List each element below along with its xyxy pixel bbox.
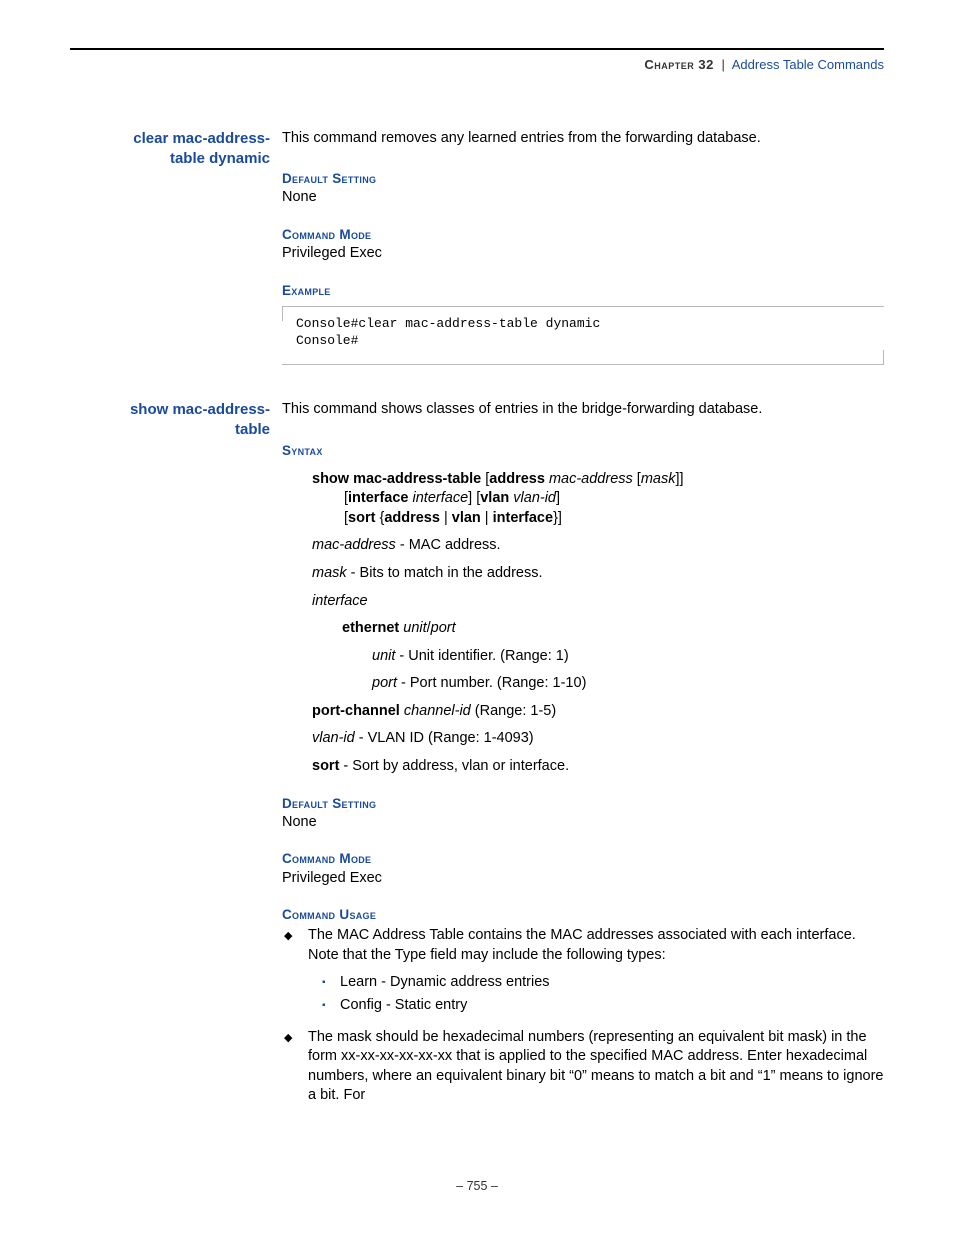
sub-item: Config - Static entry xyxy=(336,996,884,1016)
param-kw: port-channel xyxy=(312,703,400,719)
sub-item: Learn - Dynamic address entries xyxy=(336,973,884,993)
param-arg2: port xyxy=(431,620,456,636)
param-kw: ethernet xyxy=(342,620,399,636)
param-label: unit xyxy=(372,648,395,664)
param-label: port xyxy=(372,675,397,691)
command-mode-head: Command Mode xyxy=(282,850,884,868)
command-clear-mac: clear mac-address- table dynamic This co… xyxy=(70,129,884,365)
param-label: vlan-id xyxy=(312,730,355,746)
param-desc: - Sort by address, vlan or interface. xyxy=(339,758,569,774)
param-sort: sort - Sort by address, vlan or interfac… xyxy=(312,757,884,777)
kw-show: show mac-address-table xyxy=(312,471,481,487)
command-mode-body: Privileged Exec xyxy=(282,869,884,889)
kw-vlan: vlan xyxy=(480,490,509,506)
param-desc: - Port number. (Range: 1-10) xyxy=(397,675,586,691)
param-ethernet: ethernet unit/port xyxy=(342,619,884,639)
default-setting-body: None xyxy=(282,188,884,208)
kw-interface2: interface xyxy=(493,510,553,526)
header-title: Address Table Commands xyxy=(732,57,884,72)
command-name: clear mac-address- table dynamic xyxy=(70,129,282,365)
param-vlanid: vlan-id - VLAN ID (Range: 1-4093) xyxy=(312,729,884,749)
example-head: Example xyxy=(282,282,884,300)
arg-macaddr: mac-address xyxy=(549,471,633,487)
usage-list: The MAC Address Table contains the MAC a… xyxy=(282,926,884,1106)
command-name: show mac-address- table xyxy=(70,400,282,1118)
cmd-name-line2: table xyxy=(235,421,270,438)
usage-sublist: Learn - Dynamic address entries Config -… xyxy=(322,973,884,1015)
default-setting-head: Default Setting xyxy=(282,795,884,813)
chapter-label: Chapter 32 xyxy=(644,57,713,72)
usage-text: The MAC Address Table contains the MAC a… xyxy=(308,927,856,963)
syntax-head: Syntax xyxy=(282,442,884,460)
param-label: interface xyxy=(312,593,368,609)
usage-text: The mask should be hexadecimal numbers (… xyxy=(308,1029,883,1104)
param-desc: - Bits to match in the address. xyxy=(347,565,543,581)
kw-address2: address xyxy=(384,510,440,526)
running-header: Chapter 32 | Address Table Commands xyxy=(70,56,884,74)
param-desc: - MAC address. xyxy=(396,537,501,553)
param-label: mac-address xyxy=(312,537,396,553)
param-port: port - Port number. (Range: 1-10) xyxy=(372,674,884,694)
cmd-name-line1: clear mac-address- xyxy=(133,130,270,147)
param-mask: mask - Bits to match in the address. xyxy=(312,564,884,584)
page-number: – 755 – xyxy=(456,1179,498,1193)
arg-interface: interface xyxy=(413,490,469,506)
command-usage-head: Command Usage xyxy=(282,906,884,924)
command-mode-head: Command Mode xyxy=(282,226,884,244)
param-desc: - Unit identifier. (Range: 1) xyxy=(395,648,568,664)
cmd-description: This command removes any learned entries… xyxy=(282,129,884,149)
cmd-name-line1: show mac-address- xyxy=(130,401,270,418)
command-show-mac: show mac-address- table This command sho… xyxy=(70,400,884,1118)
param-unit: unit - Unit identifier. (Range: 1) xyxy=(372,647,884,667)
param-desc: (Range: 1-5) xyxy=(471,703,556,719)
command-mode-body: Privileged Exec xyxy=(282,244,884,264)
param-interface: interface xyxy=(312,592,884,612)
header-rule xyxy=(70,48,884,50)
default-setting-body: None xyxy=(282,813,884,833)
default-setting-head: Default Setting xyxy=(282,170,884,188)
syntax-line1: show mac-address-table [address mac-addr… xyxy=(312,470,884,529)
cmd-name-line2: table dynamic xyxy=(170,150,270,167)
kw-vlan2: vlan xyxy=(452,510,481,526)
param-label: sort xyxy=(312,758,339,774)
param-arg: unit xyxy=(403,620,426,636)
cmd-description: This command shows classes of entries in… xyxy=(282,400,884,420)
param-desc: - VLAN ID (Range: 1-4093) xyxy=(355,730,534,746)
kw-sort: sort xyxy=(348,510,375,526)
page-footer: – 755 – xyxy=(0,1178,954,1195)
param-arg: channel-id xyxy=(404,703,471,719)
param-macaddress: mac-address - MAC address. xyxy=(312,536,884,556)
header-sep: | xyxy=(721,57,724,72)
kw-address: address xyxy=(489,471,545,487)
arg-mask: mask xyxy=(641,471,676,487)
param-portchannel: port-channel channel-id (Range: 1-5) xyxy=(312,702,884,722)
usage-item: The mask should be hexadecimal numbers (… xyxy=(302,1028,884,1106)
usage-item: The MAC Address Table contains the MAC a… xyxy=(302,926,884,1015)
param-label: mask xyxy=(312,565,347,581)
kw-interface: interface xyxy=(348,490,408,506)
example-code: Console#clear mac-address-table dynamic … xyxy=(282,306,884,365)
arg-vlanid: vlan-id xyxy=(513,490,556,506)
